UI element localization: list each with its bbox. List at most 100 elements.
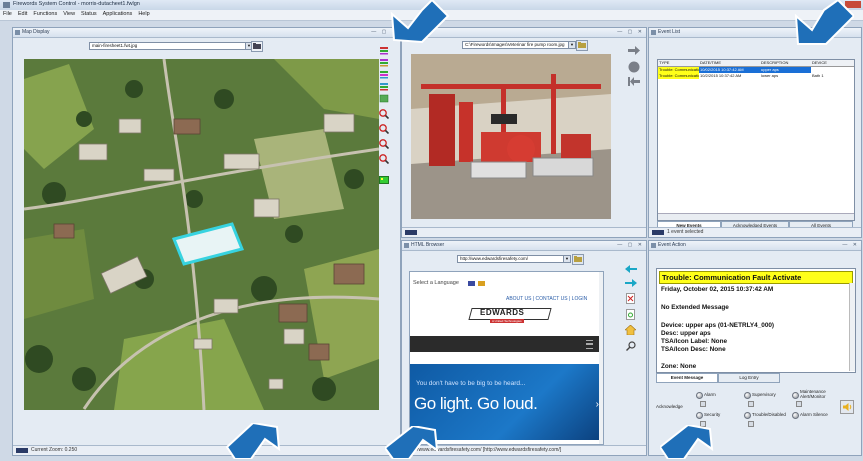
layer-icon[interactable]: [379, 46, 389, 55]
browser-search-button[interactable]: [626, 341, 636, 353]
zoom-in-icon[interactable]: [379, 109, 390, 120]
camera-first-button[interactable]: [628, 77, 640, 88]
hamburger-menu-icon[interactable]: [586, 340, 593, 349]
option-alarm-silence-label: Alarm Silence: [800, 412, 828, 417]
arrow-down-icon: [388, 0, 452, 46]
event-action-header: Event Action — ✕: [649, 241, 861, 251]
layer-icon[interactable]: [379, 94, 389, 103]
map-file-select[interactable]: main-firesheet1.fwt.jpg ▼: [89, 42, 253, 50]
zoom-fit-icon[interactable]: [379, 139, 390, 150]
camera-stop-button[interactable]: [628, 61, 640, 75]
panel-icon: [404, 243, 409, 248]
event-zone: Zone: None: [661, 363, 697, 370]
record-icon: [628, 61, 640, 73]
menu-status[interactable]: Status: [78, 10, 100, 18]
flag-icon[interactable]: [468, 281, 475, 286]
browser-panel-header: HTML Browser — ▢ ✕: [402, 241, 646, 251]
arrow-up-icon: [383, 424, 445, 461]
vertical-scrollbar[interactable]: [849, 283, 855, 371]
camera-next-button[interactable]: [628, 46, 640, 57]
option-maintenance-checkbox[interactable]: [796, 401, 802, 407]
banner-subtitle: You don't have to be big to be heard...: [416, 380, 526, 387]
map-panel-title: Map Display: [22, 29, 50, 35]
panel-icon: [651, 30, 656, 35]
map-display-panel: Map Display — ▢ ✕ main-firesheet1.fwt.jp…: [12, 27, 401, 456]
event-action-title: Event Action: [658, 242, 686, 248]
event-extended-message: No Extended Message: [661, 304, 729, 311]
browser-url-input[interactable]: http://www.edwardsfiresafety.com/▼: [457, 255, 571, 263]
browser-stop-button[interactable]: [626, 293, 635, 306]
event-selected-status: 1 event selected: [667, 229, 704, 235]
tab-log-entry[interactable]: Log Entry: [718, 373, 780, 383]
menu-edit[interactable]: Edit: [15, 10, 30, 18]
horizontal-scrollbar[interactable]: [658, 213, 854, 220]
event-message-title: Trouble: Communication Fault Activate: [659, 271, 853, 284]
panel-window-buttons[interactable]: — ▢ ✕: [617, 242, 644, 248]
camera-open-button[interactable]: [576, 40, 588, 51]
browser-forward-button[interactable]: [625, 279, 637, 289]
camera-statusbar: [402, 227, 646, 237]
speaker-icon: [843, 403, 852, 411]
arrow-left-icon: [625, 265, 637, 273]
col-description[interactable]: DESCRIPTION: [760, 60, 811, 66]
site-nav-links[interactable]: ABOUT US | CONTACT US | LOGIN: [506, 296, 587, 302]
event-desc: Desc: upper aps: [661, 330, 711, 337]
flag-icon[interactable]: [478, 281, 485, 286]
option-supervisory-radio[interactable]: [744, 392, 751, 399]
map-open-button[interactable]: [251, 41, 263, 52]
vertical-scrollbar[interactable]: [599, 272, 603, 444]
map-image[interactable]: [24, 59, 379, 410]
option-alarm-silence-radio[interactable]: [792, 412, 799, 419]
browser-go-button[interactable]: [572, 254, 584, 265]
option-maintenance-radio[interactable]: [792, 392, 799, 399]
chevron-down-icon[interactable]: ▼: [568, 42, 575, 48]
map-zoom-status: Current Zoom: 0.250: [31, 447, 78, 453]
map-legend-icon[interactable]: [379, 176, 389, 185]
event-message-box: Trouble: Communication Fault Activate Fr…: [656, 268, 856, 373]
pump-room-photo: [411, 54, 611, 219]
table-row[interactable]: Trouble: Communication Fa10/2/2015 10:37…: [658, 73, 854, 79]
col-datetime[interactable]: DATE/TIME: [699, 60, 760, 66]
speaker-button[interactable]: [840, 400, 854, 414]
layer-icon[interactable]: [379, 70, 389, 79]
arrow-up-icon: [225, 421, 285, 461]
stop-page-icon: [626, 293, 635, 304]
browser-refresh-button[interactable]: [626, 309, 635, 322]
camera-image-select[interactable]: C:\Firewords\Images\Veterinar fire pump …: [462, 41, 576, 49]
option-trouble-radio[interactable]: [744, 412, 751, 419]
col-device[interactable]: DEVICE: [811, 60, 842, 66]
tab-event-message[interactable]: Event Message: [656, 373, 718, 383]
chevron-down-icon[interactable]: ▼: [563, 256, 570, 262]
menu-view[interactable]: View: [60, 10, 78, 18]
option-security-radio[interactable]: [696, 412, 703, 419]
option-trouble-checkbox[interactable]: [748, 421, 754, 427]
table-header: TYPE DATE/TIME DESCRIPTION DEVICE: [658, 60, 854, 67]
menu-file[interactable]: File: [0, 10, 15, 18]
option-alarm-radio[interactable]: [696, 392, 703, 399]
zoom-reset-icon[interactable]: [379, 154, 390, 165]
event-action-panel: Event Action — ✕ Trouble: Communication …: [648, 240, 862, 456]
layer-icon[interactable]: [379, 58, 389, 67]
skip-back-icon: [628, 77, 640, 86]
acknowledge-section: Acknowledge Alarm Supervisory Maintenanc…: [656, 384, 854, 429]
browser-back-button[interactable]: [625, 265, 637, 275]
event-device: Device: upper aps (01-NETRLY4_000): [661, 322, 775, 329]
event-list-panel: Event List TYPE DATE/TIME DESCRIPTION DEVIC…: [648, 27, 862, 238]
site-nav-bar[interactable]: [410, 336, 603, 352]
zoom-out-icon[interactable]: [379, 124, 390, 135]
event-table: TYPE DATE/TIME DESCRIPTION DEVICE Trouble: …: [657, 59, 855, 221]
col-type[interactable]: TYPE: [658, 60, 699, 66]
layer-icon[interactable]: [379, 82, 389, 91]
panel-window-buttons[interactable]: — ▢ ✕: [617, 29, 644, 35]
browser-home-button[interactable]: [624, 324, 637, 337]
option-security-label: Security: [704, 412, 721, 417]
menu-help[interactable]: Help: [135, 10, 152, 18]
map-statusbar: Current Zoom: 0.250: [13, 445, 400, 455]
option-alarm-checkbox[interactable]: [700, 401, 706, 407]
camera-view-panel: — ▢ ✕ C:\Firewords\Images\Veterinar fire…: [401, 27, 647, 238]
menu-applications[interactable]: Applications: [100, 10, 136, 18]
menu-functions[interactable]: Functions: [30, 10, 60, 18]
browser-page[interactable]: Select a Language ABOUT US | CONTACT US …: [409, 271, 604, 445]
panel-window-buttons[interactable]: — ✕: [842, 242, 859, 248]
option-supervisory-checkbox[interactable]: [748, 401, 754, 407]
